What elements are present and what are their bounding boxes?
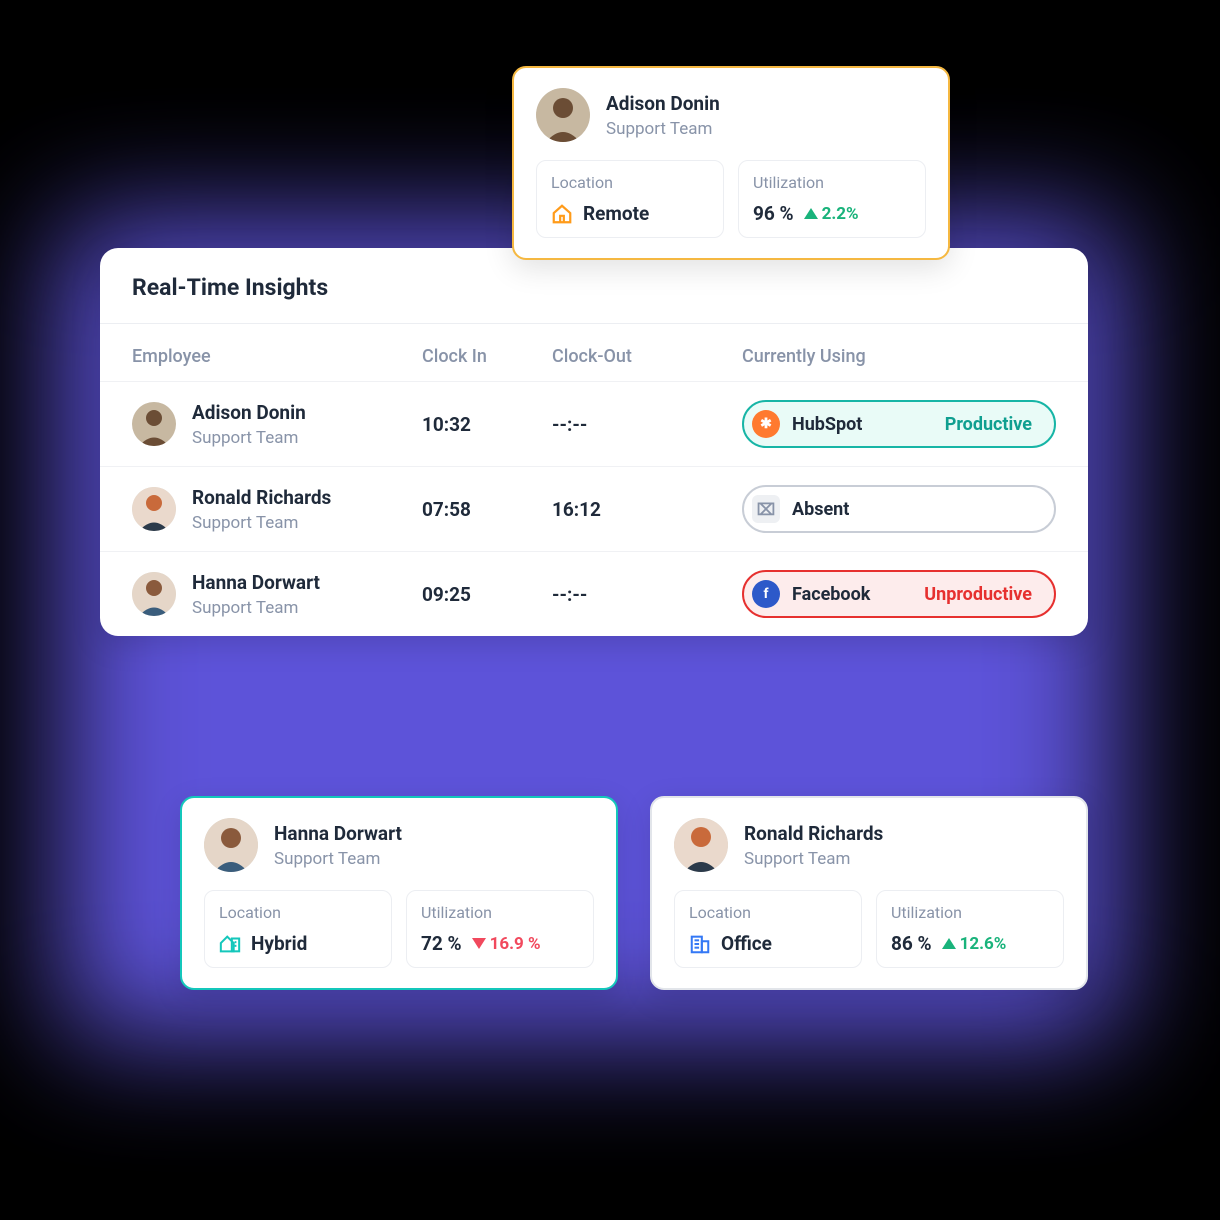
profile-team: Support Team [744, 849, 883, 869]
usage-pill[interactable]: ⌧ Absent [742, 485, 1056, 533]
app-name: Facebook [792, 584, 870, 605]
app-icon: f [752, 580, 780, 608]
col-clock-in: Clock In [422, 346, 552, 367]
table-row[interactable]: Adison Donin Support Team 10:32 --:-- ✱ … [100, 381, 1088, 466]
app-name: HubSpot [792, 414, 862, 435]
app-icon: ⌧ [752, 495, 780, 523]
utilization-box: Utilization 86 % 12.6% [876, 890, 1064, 968]
avatar [204, 818, 258, 872]
col-currently-using: Currently Using [742, 346, 1056, 367]
employee-name: Hanna Dorwart [192, 571, 320, 594]
office-icon [689, 933, 711, 955]
avatar [132, 572, 176, 616]
app-icon: ✱ [752, 410, 780, 438]
trend-down-icon: 16.9 % [472, 934, 541, 954]
avatar [674, 818, 728, 872]
trend-up-icon: 12.6% [942, 934, 1007, 954]
productivity-status: Unproductive [924, 584, 1032, 605]
profile-name: Ronald Richards [744, 822, 883, 845]
trend-up-icon: 2.2% [804, 204, 859, 224]
profile-card-hanna[interactable]: Hanna Dorwart Support Team Location Hybr… [180, 796, 618, 990]
clock-in-value: 10:32 [422, 413, 471, 436]
profile-card-adison[interactable]: Adison Donin Support Team Location Remot… [512, 66, 950, 260]
col-clock-out: Clock-Out [552, 346, 742, 367]
profile-team: Support Team [606, 119, 720, 139]
table-header: Employee Clock In Clock-Out Currently Us… [100, 324, 1088, 381]
employee-team: Support Team [192, 513, 331, 533]
profile-name: Hanna Dorwart [274, 822, 402, 845]
avatar [536, 88, 590, 142]
hybrid-icon [219, 933, 241, 955]
location-box: Location Office [674, 890, 862, 968]
home-icon [551, 203, 573, 225]
profile-card-ronald[interactable]: Ronald Richards Support Team Location Of… [650, 796, 1088, 990]
table-row[interactable]: Hanna Dorwart Support Team 09:25 --:-- f… [100, 551, 1088, 636]
utilization-box: Utilization 96 % 2.2% [738, 160, 926, 238]
clock-out-value: --:-- [552, 583, 587, 606]
avatar [132, 487, 176, 531]
employee-name: Ronald Richards [192, 486, 331, 509]
insights-panel: Real-Time Insights Employee Clock In Clo… [100, 248, 1088, 636]
productivity-status: Productive [945, 414, 1032, 435]
app-name: Absent [792, 499, 849, 520]
table-row[interactable]: Ronald Richards Support Team 07:58 16:12… [100, 466, 1088, 551]
usage-pill[interactable]: f Facebook Unproductive [742, 570, 1056, 618]
clock-in-value: 09:25 [422, 583, 471, 606]
profile-name: Adison Donin [606, 92, 720, 115]
clock-out-value: --:-- [552, 413, 587, 436]
usage-pill[interactable]: ✱ HubSpot Productive [742, 400, 1056, 448]
profile-team: Support Team [274, 849, 402, 869]
location-box: Location Remote [536, 160, 724, 238]
location-box: Location Hybrid [204, 890, 392, 968]
col-employee: Employee [132, 346, 422, 367]
employee-name: Adison Donin [192, 401, 306, 424]
avatar [132, 402, 176, 446]
employee-team: Support Team [192, 428, 306, 448]
employee-team: Support Team [192, 598, 320, 618]
clock-out-value: 16:12 [552, 498, 601, 521]
utilization-box: Utilization 72 % 16.9 % [406, 890, 594, 968]
clock-in-value: 07:58 [422, 498, 471, 521]
